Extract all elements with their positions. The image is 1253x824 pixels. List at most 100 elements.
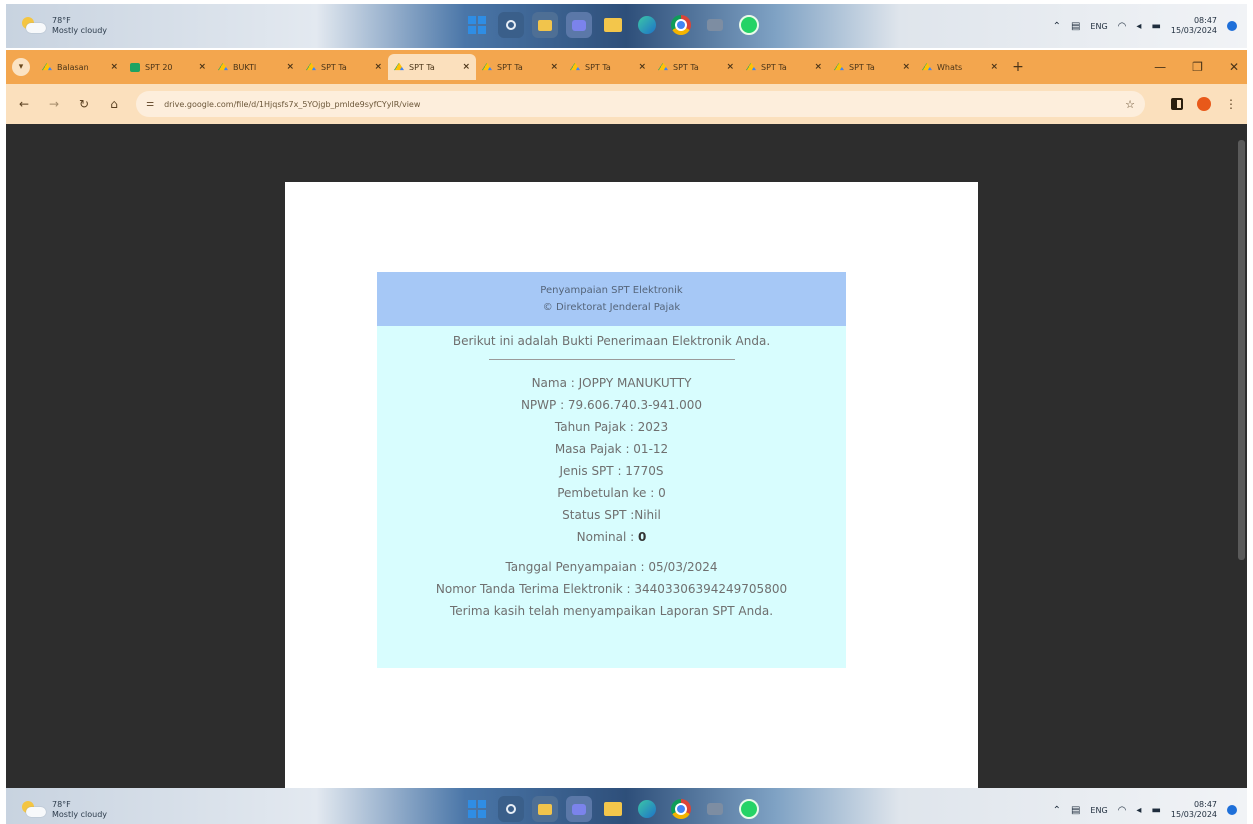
drive-icon (482, 62, 492, 71)
tab-close-icon[interactable]: × (462, 62, 470, 72)
volume-icon[interactable]: ◂ (1136, 21, 1141, 32)
clock-date: 15/03/2024 (1170, 26, 1217, 35)
taskbar-top: 78°F Mostly cloudy ⌃ ▤ ENG ◠ ◂ ▬ 08:47 1… (6, 4, 1247, 48)
tab-close-icon[interactable]: × (638, 62, 646, 72)
clock[interactable]: 08:47 15/03/2024 (1171, 16, 1217, 36)
tab-10[interactable]: Whats × (916, 54, 1004, 80)
field-npwp: NPWP : 79.606.740.3-941.000 (520, 398, 703, 412)
taskbar-apps (464, 796, 762, 822)
tab-4-active[interactable]: SPT Ta × (388, 54, 476, 80)
field-nomor-tanda-terima: Nomor Tanda Terima Elektronik : 34403306… (435, 582, 788, 596)
file-explorer-icon[interactable] (600, 796, 626, 822)
forward-icon[interactable]: → (46, 97, 62, 111)
sheets-icon (130, 62, 140, 72)
widgets-icon[interactable] (532, 12, 558, 38)
back-icon[interactable]: ← (16, 97, 32, 111)
weather-widget[interactable]: 78°F Mostly cloudy (20, 796, 107, 824)
camera-icon[interactable] (702, 12, 728, 38)
volume-icon[interactable]: ◂ (1136, 805, 1141, 816)
field-tanggal: Tanggal Penyampaian : 05/03/2024 (505, 560, 718, 574)
chat-icon[interactable] (566, 12, 592, 38)
weather-cloud-icon (20, 801, 46, 819)
weather-desc: Mostly cloudy (52, 810, 107, 819)
tab-close-icon[interactable]: × (110, 62, 118, 72)
language-indicator[interactable]: ENG (1090, 806, 1107, 815)
receipt-header: Penyampaian SPT Elektronik © Direktorat … (377, 272, 846, 326)
battery-icon[interactable]: ▬ (1151, 21, 1160, 32)
site-info-icon[interactable]: ⚌ (146, 99, 154, 109)
chrome-icon[interactable] (668, 12, 694, 38)
minimize-icon[interactable]: — (1154, 60, 1166, 74)
tab-8[interactable]: SPT Ta × (740, 54, 828, 80)
weather-widget[interactable]: 78°F Mostly cloudy (20, 12, 107, 40)
tab-2[interactable]: BUKTI × (212, 54, 300, 80)
field-nama: Nama : JOPPY MANUKUTTY (531, 376, 692, 390)
drive-icon (658, 62, 668, 71)
side-panel-icon[interactable] (1171, 98, 1183, 110)
tab-9[interactable]: SPT Ta × (828, 54, 916, 80)
close-icon[interactable]: ✕ (1229, 60, 1239, 74)
language-indicator[interactable]: ENG (1090, 22, 1107, 31)
start-icon[interactable] (464, 12, 490, 38)
notification-icon[interactable] (1227, 805, 1237, 815)
tab-6[interactable]: SPT Ta × (564, 54, 652, 80)
whatsapp-icon[interactable] (736, 796, 762, 822)
address-bar[interactable]: ⚌ drive.google.com/file/d/1Hjqsfs7x_5YOj… (136, 91, 1145, 117)
spt-receipt: Penyampaian SPT Elektronik © Direktorat … (377, 272, 846, 668)
edge-icon[interactable] (634, 796, 660, 822)
tab-close-icon[interactable]: × (374, 62, 382, 72)
chat-icon[interactable] (566, 796, 592, 822)
tab-close-icon[interactable]: × (814, 62, 822, 72)
receipt-header-title: Penyampaian SPT Elektronik (540, 285, 683, 296)
chrome-icon[interactable] (668, 796, 694, 822)
tab-close-icon[interactable]: × (286, 62, 294, 72)
drive-icon (42, 62, 52, 71)
tab-5[interactable]: SPT Ta × (476, 54, 564, 80)
weather-desc: Mostly cloudy (52, 26, 107, 35)
weather-cloud-icon (20, 17, 46, 35)
edge-icon[interactable] (634, 12, 660, 38)
new-tab-button[interactable]: + (1008, 59, 1028, 75)
drive-icon (746, 62, 756, 71)
tab-close-icon[interactable]: × (550, 62, 558, 72)
file-explorer-icon[interactable] (600, 12, 626, 38)
tab-close-icon[interactable]: × (902, 62, 910, 72)
clock[interactable]: 08:47 15/03/2024 (1171, 800, 1217, 820)
document-viewer: Penyampaian SPT Elektronik © Direktorat … (6, 124, 1247, 788)
chevron-up-icon[interactable]: ⌃ (1053, 805, 1061, 816)
home-icon[interactable]: ⌂ (106, 97, 122, 111)
clock-date: 15/03/2024 (1170, 810, 1217, 819)
keyboard-icon[interactable]: ▤ (1071, 805, 1080, 816)
chevron-up-icon[interactable]: ⌃ (1053, 21, 1061, 32)
widgets-icon[interactable] (532, 796, 558, 822)
search-icon[interactable] (498, 12, 524, 38)
tab-close-icon[interactable]: × (990, 62, 998, 72)
tab-0[interactable]: Balasan × (36, 54, 124, 80)
keyboard-icon[interactable]: ▤ (1071, 21, 1080, 32)
drive-icon (570, 62, 580, 71)
tab-3[interactable]: SPT Ta × (300, 54, 388, 80)
reload-icon[interactable]: ↻ (76, 97, 92, 111)
taskbar-apps (464, 12, 762, 38)
restore-icon[interactable]: ❐ (1192, 60, 1203, 74)
url-text[interactable]: drive.google.com/file/d/1Hjqsfs7x_5YOjgb… (164, 100, 1115, 109)
start-icon[interactable] (464, 796, 490, 822)
tab-7[interactable]: SPT Ta × (652, 54, 740, 80)
tab-close-icon[interactable]: × (198, 62, 206, 72)
tab-1[interactable]: SPT 20 × (124, 54, 212, 80)
drive-icon (218, 62, 228, 71)
wifi-icon[interactable]: ◠ (1118, 21, 1127, 32)
wifi-icon[interactable]: ◠ (1118, 805, 1127, 816)
viewer-scrollbar[interactable] (1238, 140, 1245, 560)
battery-icon[interactable]: ▬ (1151, 805, 1160, 816)
search-icon[interactable] (498, 796, 524, 822)
tab-search-icon[interactable]: ▾ (12, 58, 30, 76)
camera-icon[interactable] (702, 796, 728, 822)
more-menu-icon[interactable]: ⋮ (1225, 97, 1237, 111)
whatsapp-icon[interactable] (736, 12, 762, 38)
bookmark-star-icon[interactable]: ☆ (1125, 98, 1135, 111)
extension-icon[interactable] (1197, 97, 1211, 111)
divider (488, 359, 735, 360)
tab-close-icon[interactable]: × (726, 62, 734, 72)
notification-icon[interactable] (1227, 21, 1237, 31)
